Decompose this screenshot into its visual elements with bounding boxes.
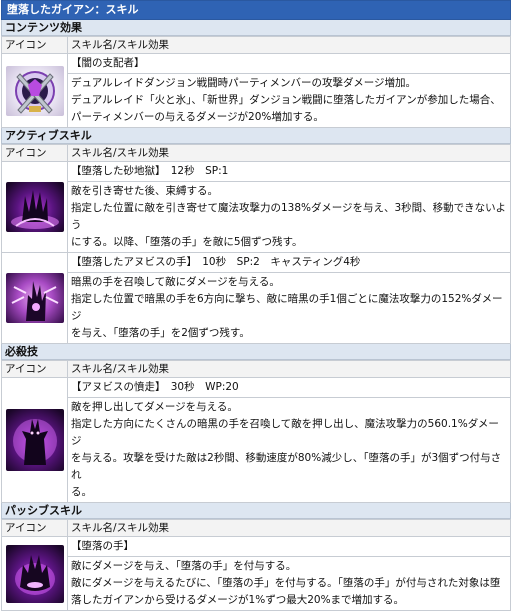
skill-effect-row: 敵にダメージを与え、「堕落の手」を付与する。 敵にダメージを与えるたびに、「堕落…: [2, 556, 511, 611]
crossed-swords-crest-icon: [5, 65, 64, 116]
effect-line: 落したガイアンから受けるダメージが1%ずつ最大20%まで増加する。: [71, 594, 405, 606]
header-name-col: スキル名/スキル効果: [67, 144, 511, 162]
skill-table-passive: アイコン スキル名/スキル効果 【堕落の手】 敵にダメージを与え、「堕落の手」を…: [1, 519, 511, 611]
header-icon-col: アイコン: [1, 144, 68, 162]
skill-name-row: 【堕落したアヌビスの手】 10秒 SP:2 キャスティング4秒: [1, 252, 511, 344]
skill-name: 【堕落したアヌビスの手】 10秒 SP:2 キャスティング4秒: [67, 252, 511, 273]
skill-icon-cell: [1, 536, 68, 611]
skill-name: 【堕落した砂地獄】 12秒 SP:1: [67, 161, 511, 182]
section-header-content-effect: コンテンツ効果: [1, 20, 511, 36]
effect-line: デュアルレイド「火と氷」、「新世界」ダンジョン戦闘に堕落したガイアンが参加した場…: [71, 94, 501, 106]
skill-page: 堕落したガイアン：スキル コンテンツ効果 アイコン スキル名/スキル効果 【闇の…: [1, 0, 511, 611]
skill-effect: 敵にダメージを与え、「堕落の手」を付与する。 敵にダメージを与えるたびに、「堕落…: [67, 556, 511, 611]
skill-effect: デュアルレイドダンジョン戦闘時パーティメンバーの攻撃ダメージ増加。 デュアルレイ…: [67, 73, 511, 128]
skill-effect-row: デュアルレイドダンジョン戦闘時パーティメンバーの攻撃ダメージ増加。 デュアルレイ…: [2, 73, 511, 128]
skill-name-row: 【闇の支配者】: [1, 53, 511, 128]
anubis-wrath-icon: [5, 409, 64, 471]
skill-effect-row: 敵を押し出してダメージを与える。 指定した方向にたくさんの暗黒の手を召喚して敵を…: [2, 397, 511, 503]
skill-effect-row: 敵を引き寄せた後、束縛する。 指定した位置に敵を引き寄せて魔法攻撃力の138%ダ…: [2, 181, 511, 253]
skill-table-ultimate: アイコン スキル名/スキル効果 【アヌビスの憤走】 30秒 WP:20 敵を押し…: [1, 360, 511, 503]
effect-line: 指定した位置に敵を引き寄せて魔法攻撃力の138%ダメージを与え、3秒間、移動でき…: [71, 202, 506, 231]
skill-icon-cell: [1, 377, 68, 503]
skill-effect: 敵を押し出してダメージを与える。 指定した方向にたくさんの暗黒の手を召喚して敵を…: [67, 397, 511, 503]
effect-line: 敵にダメージを与えるたびに、「堕落の手」を付与する。「堕落の手」が付与された対象…: [71, 577, 501, 589]
header-icon-col: アイコン: [1, 36, 68, 54]
section-header-ultimate: 必殺技: [1, 344, 511, 360]
skill-effect-row: 暗黒の手を召喚して敵にダメージを与える。 指定した位置で暗黒の手を6方向に撃ち、…: [2, 272, 511, 344]
effect-line: 敵にダメージを与え、「堕落の手」を付与する。: [71, 560, 297, 572]
skill-icon-cell: [1, 161, 68, 253]
header-name-col: スキル名/スキル効果: [67, 36, 511, 54]
effect-line: 指定した位置で暗黒の手を6方向に撃ち、敵に暗黒の手1個ごとに魔法攻撃力の152%…: [71, 293, 503, 322]
effect-line: 暗黒の手を召喚して敵にダメージを与える。: [71, 276, 280, 288]
table-header-row: アイコン スキル名/スキル効果: [1, 519, 511, 537]
page-title: 堕落したガイアン：スキル: [1, 0, 511, 20]
skill-name: 【アヌビスの憤走】 30秒 WP:20: [67, 377, 511, 398]
fallen-hand-mark-icon: [5, 544, 64, 603]
effect-line: 指定した方向にたくさんの暗黒の手を召喚して敵を押し出し、魔法攻撃力の560.1%…: [71, 418, 499, 447]
header-name-col: スキル名/スキル効果: [67, 519, 511, 537]
effect-line: を与える。攻撃を受けた敵は2秒間、移動速度が80%減少し、「堕落の手」が3個ずつ…: [71, 452, 502, 481]
effect-line: る。: [71, 486, 92, 498]
effect-line: を与え、「堕落の手」を2個ずつ残す。: [71, 327, 250, 339]
skill-table-content-effect: アイコン スキル名/スキル効果 【闇の支配者】 デュアルレイドダンジョン戦闘時パ…: [1, 36, 511, 128]
skill-name-row: 【アヌビスの憤走】 30秒 WP:20: [1, 377, 511, 503]
dark-hand-summon-icon: [5, 273, 64, 323]
skill-name-row: 【堕落の手】: [1, 536, 511, 611]
skill-icon-cell: [1, 252, 68, 344]
skill-name: 【堕落の手】: [67, 536, 511, 557]
effect-line: 敵を引き寄せた後、束縛する。: [71, 185, 218, 197]
skill-table-active: アイコン スキル名/スキル効果 【堕落した砂地獄】 12秒 SP:1 敵を引き寄…: [1, 144, 511, 344]
effect-line: デュアルレイドダンジョン戦闘時パーティメンバーの攻撃ダメージ増加。: [71, 77, 417, 89]
table-header-row: アイコン スキル名/スキル効果: [1, 144, 511, 162]
skill-name: 【闇の支配者】: [67, 53, 511, 74]
table-header-row: アイコン スキル名/スキル効果: [1, 36, 511, 54]
skill-name-row: 【堕落した砂地獄】 12秒 SP:1: [1, 161, 511, 253]
effect-line: パーティメンバーの与えるダメージが20%増加する。: [71, 111, 324, 123]
dark-claw-burst-icon: [5, 182, 64, 232]
effect-line: 敵を押し出してダメージを与える。: [71, 401, 238, 413]
skill-effect: 暗黒の手を召喚して敵にダメージを与える。 指定した位置で暗黒の手を6方向に撃ち、…: [67, 272, 511, 344]
table-header-row: アイコン スキル名/スキル効果: [1, 360, 511, 378]
section-header-passive-skill: パッシブスキル: [1, 503, 511, 519]
section-header-active-skill: アクティブスキル: [1, 128, 511, 144]
skill-icon-cell: [1, 53, 68, 128]
header-name-col: スキル名/スキル効果: [67, 360, 511, 378]
effect-line: にする。以降、「堕落の手」を敵に5個ずつ残す。: [71, 236, 303, 248]
skill-effect: 敵を引き寄せた後、束縛する。 指定した位置に敵を引き寄せて魔法攻撃力の138%ダ…: [67, 181, 511, 253]
header-icon-col: アイコン: [1, 360, 68, 378]
header-icon-col: アイコン: [1, 519, 68, 537]
